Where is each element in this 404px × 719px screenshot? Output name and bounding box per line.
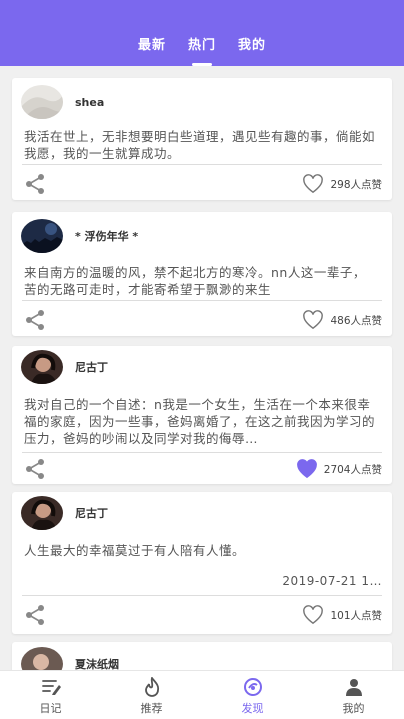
heart-outline-icon (302, 174, 324, 194)
post-card[interactable]: 尼古丁 人生最大的幸福莫过于有人陪有人懂。 2019-07-21 1… 101人… (12, 492, 392, 634)
post-feed[interactable]: shea 我活在世上，无非想要明白些道理，遇见些有趣的事，倘能如我愿，我的一生就… (0, 66, 404, 670)
share-icon[interactable] (24, 309, 46, 331)
heart-filled-icon (296, 459, 318, 479)
nav-profile[interactable]: 我的 (303, 671, 404, 719)
post-username[interactable]: shea (75, 96, 104, 109)
like-button[interactable]: 298人点赞 (302, 173, 382, 195)
profile-icon (343, 677, 365, 697)
post-divider (22, 452, 382, 453)
like-count: 298人点赞 (330, 178, 382, 191)
discover-icon (242, 677, 264, 697)
like-count: 486人点赞 (330, 314, 382, 327)
heart-outline-icon (302, 605, 324, 625)
post-card[interactable]: 夏沫纸烟 (12, 642, 392, 670)
avatar[interactable] (21, 219, 63, 253)
post-card[interactable]: * 浮伤年华 * 来自南方的温暖的风，禁不起北方的寒冷。nn人这一辈子，苦的无路… (12, 212, 392, 336)
heart-outline-icon (302, 310, 324, 330)
share-icon[interactable] (24, 604, 46, 626)
tab-mine[interactable]: 我的 (238, 32, 266, 66)
post-username[interactable]: 尼古丁 (75, 505, 108, 521)
tab-hot[interactable]: 热门 (188, 32, 216, 66)
post-divider (22, 164, 382, 165)
nav-discover[interactable]: 发现 (202, 671, 303, 719)
post-date: 2019-07-21 1… (282, 574, 382, 588)
tab-latest[interactable]: 最新 (138, 32, 166, 66)
like-button[interactable]: 2704人点赞 (296, 458, 382, 480)
app-header: 最新 热门 我的 (0, 0, 404, 66)
post-username[interactable]: 尼古丁 (75, 359, 108, 375)
post-divider (22, 300, 382, 301)
nav-diary[interactable]: 日记 (0, 671, 101, 719)
share-icon[interactable] (24, 173, 46, 195)
avatar[interactable] (21, 496, 63, 530)
post-username[interactable]: * 浮伤年华 * (75, 228, 138, 244)
diary-icon (40, 677, 62, 697)
like-count: 2704人点赞 (323, 463, 382, 476)
bottom-nav: 日记 推荐 发现 我的 (0, 670, 404, 719)
flame-icon (141, 676, 163, 697)
avatar[interactable] (21, 350, 63, 384)
like-count: 101人点赞 (330, 609, 382, 622)
like-button[interactable]: 486人点赞 (302, 309, 382, 331)
post-card[interactable]: 尼古丁 我对自己的一个自述：n我是一个女生，生活在一个本来很幸福的家庭，因为一些… (12, 346, 392, 484)
post-text: 来自南方的温暖的风，禁不起北方的寒冷。nn人这一辈子，苦的无路可走时，才能寄希望… (24, 265, 366, 297)
post-text: 我活在世上，无非想要明白些道理，遇见些有趣的事，倘能如我愿，我的一生就算成功。 (24, 129, 376, 161)
post-card[interactable]: shea 我活在世上，无非想要明白些道理，遇见些有趣的事，倘能如我愿，我的一生就… (12, 78, 392, 200)
post-divider (22, 595, 382, 596)
post-text: 人生最大的幸福莫过于有人陪有人懂。 (24, 543, 246, 558)
avatar[interactable] (21, 85, 63, 119)
share-icon[interactable] (24, 458, 46, 480)
post-username[interactable]: 夏沫纸烟 (75, 656, 119, 670)
like-button[interactable]: 101人点赞 (302, 604, 382, 626)
avatar[interactable] (21, 647, 63, 670)
nav-recommend[interactable]: 推荐 (101, 671, 202, 719)
top-tabs: 最新 热门 我的 (0, 32, 404, 66)
post-text: 我对自己的一个自述：n我是一个女生，生活在一个本来很幸福的家庭，因为一些事，爸妈… (24, 397, 376, 446)
